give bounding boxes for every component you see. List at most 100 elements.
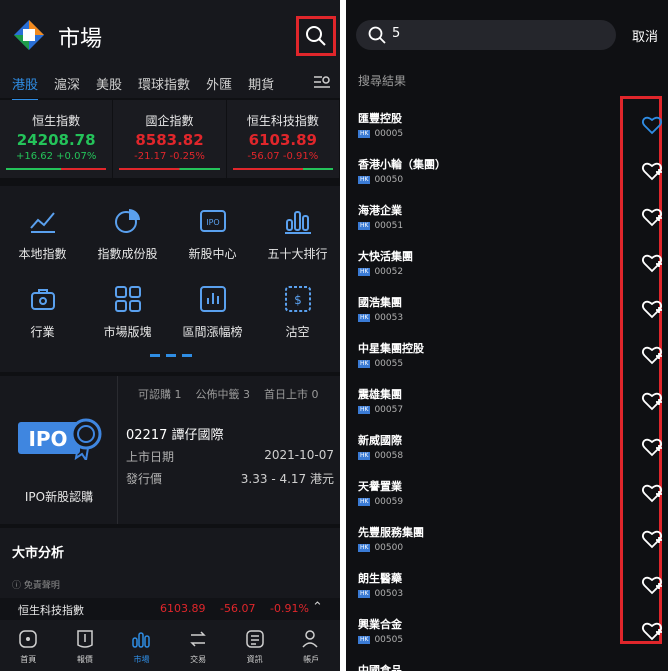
search-icon xyxy=(368,26,386,44)
index-change: -21.17 -0.25% xyxy=(134,151,205,162)
tab-futures[interactable]: 期貨 xyxy=(248,74,274,93)
ipo-listing-label: 上市日期 xyxy=(126,450,175,464)
stock-code: 00005 xyxy=(374,129,404,139)
index-value: 8583.82 xyxy=(135,131,204,149)
heart-add-icon[interactable] xyxy=(641,344,663,366)
ipo-stat-subscribable[interactable]: 可認購 1 xyxy=(138,386,182,402)
search-button[interactable] xyxy=(296,16,336,56)
nav-market[interactable]: 市場 xyxy=(113,624,170,671)
heart-add-icon[interactable] xyxy=(641,390,663,412)
search-result-item[interactable]: 香港小輪（集團） HK 00050 xyxy=(358,156,638,196)
stock-code: 00053 xyxy=(374,313,404,323)
heart-filled-icon[interactable] xyxy=(641,114,663,136)
nav-home[interactable]: 首頁 xyxy=(0,624,57,671)
result-stock-code: HK 00051 xyxy=(358,221,638,231)
heart-add-icon[interactable] xyxy=(641,436,663,458)
heart-add-icon[interactable] xyxy=(641,528,663,550)
result-stock-code: HK 00503 xyxy=(358,589,638,599)
shortcut-market-sectors[interactable]: 市場版塊 xyxy=(85,284,170,340)
result-stock-name: 國浩集團 xyxy=(358,296,402,309)
top-bar: 市場 xyxy=(0,0,340,68)
shortcut-top-fifty[interactable]: 五十大排行 xyxy=(255,206,340,262)
market-badge: HK xyxy=(358,130,371,138)
tab-hk[interactable]: 港股 xyxy=(12,74,39,101)
quote-icon xyxy=(77,630,93,648)
heart-add-icon[interactable] xyxy=(641,574,663,596)
nav-news[interactable]: 資訊 xyxy=(226,624,283,671)
ticker-change: -56.07 xyxy=(220,602,256,615)
result-stock-name: 海港企業 xyxy=(358,204,402,217)
heart-add-icon[interactable] xyxy=(641,298,663,320)
result-stock-code: HK 00505 xyxy=(358,635,638,645)
search-result-item[interactable]: 中國食品 xyxy=(358,662,638,671)
line-chart-icon xyxy=(29,212,55,233)
result-stock-name: 朗生醫藥 xyxy=(358,572,402,585)
search-result-item[interactable]: 朗生醫藥 HK 00503 xyxy=(358,570,638,610)
bottom-nav: 首頁 報價 市場 交易 資訊 帳戶 xyxy=(0,624,340,671)
ipo-stat-first-day[interactable]: 首日上市 0 xyxy=(264,386,319,402)
result-stock-code: HK 00005 xyxy=(358,129,638,139)
result-stock-name: 香港小輪（集團） xyxy=(358,158,446,171)
search-result-item[interactable]: 海港企業 HK 00051 xyxy=(358,202,638,242)
chevron-up-icon[interactable]: ⌃ xyxy=(312,600,323,615)
ipo-subscribe-card[interactable]: IPO IPO新股認購 xyxy=(0,376,118,524)
shortcut-label: 市場版塊 xyxy=(103,325,152,339)
index-card-hscei[interactable]: 國企指數 8583.82 -21.17 -0.25% xyxy=(113,100,226,178)
result-stock-name: 中星集團控股 xyxy=(358,342,424,355)
heart-add-icon[interactable] xyxy=(641,620,663,642)
search-result-item[interactable]: 新威國際 HK 00058 xyxy=(358,432,638,472)
index-change: +16.62 +0.07% xyxy=(15,151,97,162)
heart-add-icon[interactable] xyxy=(641,160,663,182)
nav-trade[interactable]: 交易 xyxy=(170,624,227,671)
disclaimer-link[interactable]: ⓘ 免責聲明 xyxy=(12,578,60,591)
nav-label: 首頁 xyxy=(20,655,37,664)
nav-account[interactable]: 帳戶 xyxy=(283,624,340,671)
index-name: 國企指數 xyxy=(145,114,194,128)
heart-add-icon[interactable] xyxy=(641,252,663,274)
index-bar xyxy=(232,168,333,170)
tab-shsz[interactable]: 滬深 xyxy=(54,74,80,93)
shortcut-ipo-center[interactable]: IPO 新股中心 xyxy=(170,206,255,262)
shortcut-label: 五十大排行 xyxy=(267,247,328,261)
tab-global-index[interactable]: 環球指數 xyxy=(138,74,190,93)
index-card-hsi[interactable]: 恒生指數 24208.78 +16.62 +0.07% xyxy=(0,100,113,178)
tab-forex[interactable]: 外匯 xyxy=(206,74,232,93)
search-result-item[interactable]: 先豐服務集團 HK 00500 xyxy=(358,524,638,564)
search-result-item[interactable]: 大快活集團 HK 00052 xyxy=(358,248,638,288)
market-badge: HK xyxy=(358,222,371,230)
search-result-item[interactable]: 國浩集團 HK 00053 xyxy=(358,294,638,334)
shortcut-index-constituents[interactable]: 指數成份股 xyxy=(85,206,170,262)
ipo-section: IPO IPO新股認購 可認購 1 公佈中籤 3 首日上市 0 02217 譚仔… xyxy=(0,376,340,524)
heart-add-icon[interactable] xyxy=(641,206,663,228)
shortcut-range-gainers[interactable]: 區間漲幅榜 xyxy=(170,284,255,340)
tab-settings-icon[interactable] xyxy=(312,73,332,91)
index-card-hstech[interactable]: 恒生科技指數 6103.89 -56.07 -0.91% xyxy=(226,100,339,178)
tab-us[interactable]: 美股 xyxy=(96,74,122,93)
ipo-subscribe-label: IPO新股認購 xyxy=(24,490,94,504)
ipo-stock-name[interactable]: 02217 譚仔國際 xyxy=(126,424,224,443)
index-cards: 恒生指數 24208.78 +16.62 +0.07% 國企指數 8583.82… xyxy=(0,100,340,182)
heart-add-icon[interactable] xyxy=(641,482,663,504)
market-badge: HK xyxy=(358,360,371,368)
shortcut-industry[interactable]: 行業 xyxy=(0,284,85,340)
search-result-item[interactable]: 震雄集團 HK 00057 xyxy=(358,386,638,426)
short-sell-icon: $ xyxy=(284,286,311,312)
nav-label: 帳戶 xyxy=(303,655,320,664)
search-input[interactable]: 5 xyxy=(356,20,616,50)
search-result-item[interactable]: 興業合金 HK 00505 xyxy=(358,616,638,656)
index-ticker[interactable]: 恒生科技指數 6103.89 -56.07 -0.91% ⌃ xyxy=(0,598,340,620)
result-stock-code: HK 00050 xyxy=(358,175,638,185)
shortcut-label: 行業 xyxy=(30,325,55,339)
ipo-stat-allotment[interactable]: 公佈中籤 3 xyxy=(196,386,251,402)
search-result-item[interactable]: 中星集團控股 HK 00055 xyxy=(358,340,638,380)
result-stock-code: HK 00058 xyxy=(358,451,638,461)
shortcut-short-selling[interactable]: $ 沽空 xyxy=(255,284,340,340)
ipo-badge-icon: IPO xyxy=(18,418,102,460)
stock-code: 00500 xyxy=(374,543,404,553)
nav-quote[interactable]: 報價 xyxy=(57,624,114,671)
shortcut-local-index[interactable]: 本地指數 xyxy=(0,206,85,262)
cancel-button[interactable]: 取消 xyxy=(632,26,658,45)
search-result-item[interactable]: 天譽置業 HK 00059 xyxy=(358,478,638,518)
result-stock-code: HK 00052 xyxy=(358,267,638,277)
search-result-item[interactable]: 匯豐控股 HK 00005 xyxy=(358,110,638,150)
